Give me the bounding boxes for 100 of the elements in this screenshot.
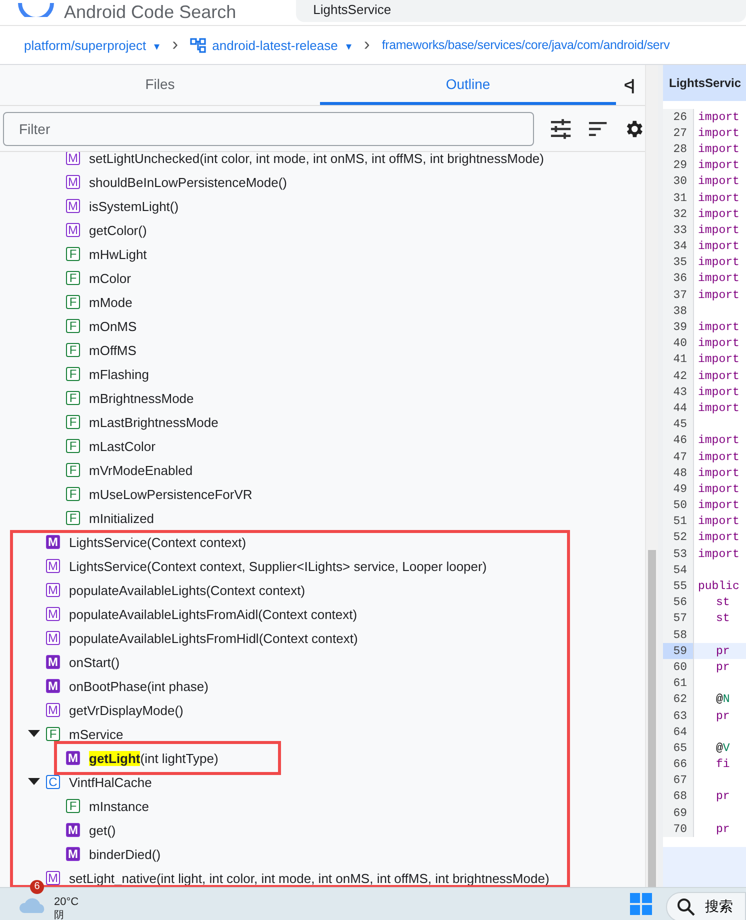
scrollbar[interactable] bbox=[645, 65, 658, 887]
line-number: 62 bbox=[663, 692, 694, 708]
code-line: import bbox=[697, 337, 740, 350]
line-number: 58 bbox=[663, 627, 694, 644]
outline-item[interactable]: mVrModeEnabled bbox=[89, 462, 193, 478]
line-number: 35 bbox=[663, 254, 694, 271]
member-type-icon: M bbox=[46, 703, 60, 717]
outline-item[interactable]: mColor bbox=[89, 270, 131, 286]
search-field[interactable]: LightsService bbox=[296, 0, 746, 22]
code-line: @V bbox=[715, 742, 730, 755]
outline-item[interactable]: mInitialized bbox=[89, 510, 154, 526]
outline-item[interactable]: LightsService(Context context) bbox=[69, 534, 246, 550]
file-tab[interactable]: LightsServic bbox=[663, 65, 746, 101]
code-line: import bbox=[697, 482, 740, 496]
breadcrumb-link[interactable]: platform/superproject ▾ bbox=[24, 38, 160, 52]
outline-item[interactable]: populateAvailableLightsFromAidl(Context context) bbox=[69, 606, 358, 622]
member-type-icon: F bbox=[66, 463, 80, 477]
code-line: import bbox=[697, 515, 740, 528]
line-number: 61 bbox=[663, 676, 694, 692]
line-number: 38 bbox=[663, 303, 694, 320]
outline-item[interactable]: mLastColor bbox=[89, 438, 156, 454]
code-line: import bbox=[697, 159, 740, 172]
outline-item[interactable]: VintfHalCache bbox=[69, 774, 152, 790]
line-number: 56 bbox=[663, 594, 694, 611]
outline-item[interactable]: mFlashing bbox=[89, 366, 149, 382]
line-number: 42 bbox=[663, 368, 694, 384]
outline-item[interactable]: mBrightnessMode bbox=[89, 390, 194, 406]
outline-item[interactable]: mHwLight bbox=[89, 246, 147, 262]
outline-item[interactable]: getLight(int lightType) bbox=[89, 750, 218, 766]
outline-item[interactable]: setLight_native(int light, int color, int mode, int onMS, int offMS, int brightnessMode) bbox=[69, 870, 550, 886]
panel-tab[interactable]: Files bbox=[0, 65, 320, 105]
member-type-icon: F bbox=[66, 511, 80, 525]
outline-item[interactable]: populateAvailableLights(Context context) bbox=[69, 582, 306, 598]
code-line: import bbox=[697, 499, 740, 512]
outline-item[interactable]: mMode bbox=[89, 294, 132, 310]
outline-item[interactable]: mOnMS bbox=[89, 318, 137, 334]
outline-item[interactable]: get() bbox=[89, 822, 116, 838]
line-number: 50 bbox=[663, 498, 694, 514]
member-type-icon: M bbox=[46, 871, 60, 885]
outline-item[interactable]: binderDied() bbox=[89, 846, 161, 862]
outline-item[interactable]: shouldBeInLowPersistenceMode() bbox=[89, 174, 287, 190]
member-type-icon: F bbox=[66, 439, 80, 453]
chevron-icon: › bbox=[172, 34, 178, 54]
tune-icon[interactable] bbox=[550, 118, 572, 138]
member-type-icon: M bbox=[46, 679, 60, 693]
line-number: 47 bbox=[663, 448, 694, 466]
weather-text: 阴 bbox=[54, 909, 65, 920]
code-line: import bbox=[697, 353, 740, 366]
code-line: pr bbox=[715, 644, 730, 658]
panel-tab[interactable]: Outline bbox=[320, 65, 616, 105]
member-type-icon: M bbox=[66, 175, 80, 189]
line-number: 59 bbox=[663, 643, 694, 660]
outline-item[interactable]: getColor() bbox=[89, 222, 147, 238]
sort-icon[interactable] bbox=[588, 120, 608, 136]
code-line: import bbox=[697, 370, 740, 383]
line-number: 34 bbox=[663, 238, 694, 255]
outline-item[interactable]: mOffMS bbox=[89, 342, 136, 358]
breadcrumb-link[interactable]: android-latest-release ▾ bbox=[212, 38, 352, 52]
outline-item[interactable]: isSystemLight() bbox=[89, 198, 179, 214]
outline-item[interactable]: onStart() bbox=[69, 654, 120, 670]
line-number: 68 bbox=[663, 788, 694, 806]
line-number: 66 bbox=[663, 756, 694, 773]
code-line: st bbox=[715, 596, 730, 610]
member-type-icon: M bbox=[46, 631, 60, 645]
expand-arrow-icon[interactable] bbox=[28, 730, 40, 738]
member-type-icon: C bbox=[46, 775, 60, 789]
logo-icon bbox=[16, 3, 56, 17]
line-number: 43 bbox=[663, 384, 694, 400]
collapse-button[interactable]: <| bbox=[616, 65, 633, 105]
outline-item[interactable]: onBootPhase(int phase) bbox=[69, 678, 208, 694]
outline-item[interactable]: mLastBrightnessMode bbox=[89, 414, 218, 430]
member-type-icon: M bbox=[66, 823, 80, 837]
code-line: import bbox=[697, 288, 740, 302]
outline-item[interactable]: populateAvailableLightsFromHidl(Context context) bbox=[69, 630, 358, 646]
outline-item[interactable]: LightsService(Context context, Supplier<ILights> service, Looper looper) bbox=[69, 558, 487, 574]
member-type-icon: M bbox=[66, 847, 80, 861]
line-number: 30 bbox=[663, 174, 694, 190]
member-type-icon: M bbox=[66, 199, 80, 213]
outline-item[interactable]: mUseLowPersistenceForVR bbox=[89, 486, 252, 502]
line-number: 67 bbox=[663, 772, 694, 789]
member-type-icon: F bbox=[66, 367, 80, 381]
taskbar-search[interactable]: 搜索 bbox=[666, 892, 746, 920]
member-type-icon: F bbox=[46, 727, 60, 741]
code-line: import bbox=[697, 386, 740, 399]
outline-item[interactable]: setLightUnchecked(int color, int mode, int onMS, int offMS, int brightnessMode) bbox=[89, 152, 544, 166]
outline-item[interactable]: mInstance bbox=[89, 798, 149, 814]
windows-start-icon[interactable] bbox=[630, 893, 652, 915]
member-type-icon: F bbox=[66, 391, 80, 405]
member-type-icon: M bbox=[46, 655, 60, 669]
branch-icon bbox=[190, 37, 206, 53]
line-number: 69 bbox=[663, 805, 694, 822]
line-number: 65 bbox=[663, 740, 694, 756]
breadcrumb-link[interactable]: frameworks/base/services/core/java/com/android/serv bbox=[382, 38, 670, 52]
expand-arrow-icon[interactable] bbox=[28, 778, 40, 786]
code-line: import bbox=[697, 466, 740, 480]
filter-field[interactable]: Filter bbox=[3, 112, 534, 146]
line-number: 45 bbox=[663, 416, 694, 433]
outline-item[interactable]: getVrDisplayMode() bbox=[69, 702, 184, 718]
outline-item[interactable]: mService bbox=[69, 726, 124, 742]
member-type-icon: F bbox=[66, 271, 80, 285]
